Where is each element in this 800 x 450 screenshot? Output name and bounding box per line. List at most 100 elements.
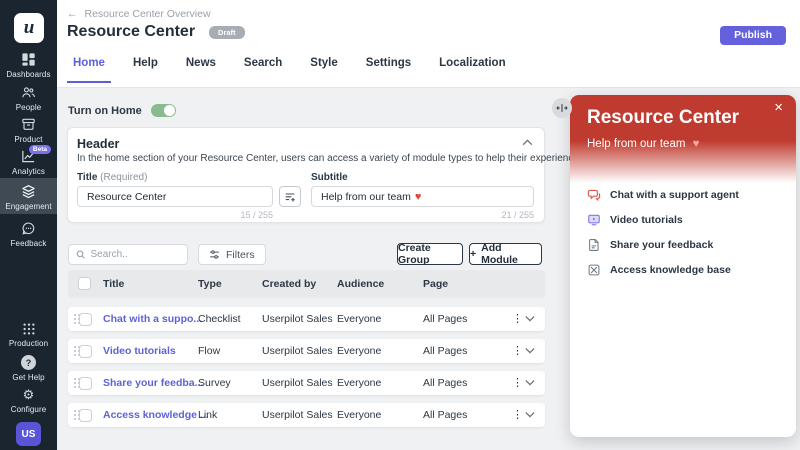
select-all-checkbox[interactable]: [78, 277, 91, 290]
title-input[interactable]: Resource Center: [77, 186, 273, 207]
row-menu-kebab-icon[interactable]: ⋮: [512, 403, 523, 427]
row-menu-kebab-icon[interactable]: ⋮: [512, 371, 523, 395]
resource-center-preview: × Resource Center Help from our team ♥ C…: [570, 95, 796, 437]
text-lines-plus-icon: [284, 191, 296, 203]
sidebar-item-production[interactable]: Production: [0, 322, 57, 348]
row-menu-kebab-icon[interactable]: ⋮: [512, 307, 523, 331]
subtitle-input[interactable]: Help from our team ♥: [311, 186, 534, 207]
tab-home[interactable]: Home: [67, 57, 111, 83]
production-icon: [22, 322, 36, 336]
user-avatar[interactable]: US: [16, 422, 41, 446]
filters-label: Filters: [226, 249, 255, 261]
sidebar-item-dashboards[interactable]: Dashboards: [0, 52, 57, 79]
header-card: Header In the home section of your Resou…: [67, 127, 545, 223]
knowledge-base-icon: [587, 263, 601, 277]
tab-bar: Home Help News Search Style Settings Loc…: [67, 57, 512, 83]
row-created-by: Userpilot Sales: [262, 339, 333, 363]
sidebar-item-people[interactable]: People: [0, 85, 57, 112]
preview-item-knowledge[interactable]: Access knowledge base: [587, 257, 739, 282]
close-icon[interactable]: ×: [774, 99, 783, 116]
engagement-icon: [21, 184, 36, 199]
row-page: All Pages: [423, 403, 467, 427]
sidebar-item-label: Product: [14, 135, 42, 144]
row-page: All Pages: [423, 339, 467, 363]
preview-item-video[interactable]: Video tutorials: [587, 207, 739, 232]
tab-news[interactable]: News: [180, 57, 222, 83]
row-created-by: Userpilot Sales: [262, 403, 333, 427]
localization-insert-button[interactable]: [279, 186, 301, 207]
top-bar: ← Resource Center Overview Resource Cent…: [57, 0, 800, 88]
sidebar-item-label: Configure: [11, 405, 47, 414]
tab-localization[interactable]: Localization: [433, 57, 511, 83]
turn-on-home-toggle[interactable]: [151, 104, 176, 117]
chevron-down-icon[interactable]: [525, 315, 535, 322]
create-group-button[interactable]: Create Group: [397, 243, 463, 265]
row-title-link[interactable]: Share your feedba...: [103, 371, 203, 395]
table-row: Video tutorials Flow Userpilot Sales Eve…: [68, 339, 545, 363]
row-type: Survey: [198, 371, 231, 395]
row-checkbox[interactable]: [79, 313, 92, 326]
chevron-down-icon[interactable]: [525, 347, 535, 354]
turn-on-home-row: Turn on Home: [68, 104, 176, 117]
table-row: Access knowledge ... Link Userpilot Sale…: [68, 403, 545, 427]
sidebar-item-label: Analytics: [12, 167, 45, 176]
tab-settings[interactable]: Settings: [360, 57, 417, 83]
userpilot-logo[interactable]: u: [14, 13, 44, 43]
back-link[interactable]: ← Resource Center Overview: [67, 8, 211, 20]
tab-search[interactable]: Search: [238, 57, 288, 83]
preview-item-label: Video tutorials: [610, 214, 683, 226]
row-checkbox[interactable]: [79, 409, 92, 422]
publish-button[interactable]: Publish: [720, 26, 786, 45]
sidebar-item-analytics[interactable]: Beta Analytics: [0, 149, 57, 176]
title-label-text: Title: [77, 172, 97, 183]
get-help-icon: ?: [21, 355, 36, 370]
chevron-down-icon[interactable]: [525, 379, 535, 386]
product-icon: [21, 117, 36, 132]
preview-subtitle-text: Help from our team: [587, 138, 685, 150]
preview-item-label: Chat with a support agent: [610, 189, 739, 201]
sidebar-item-label: Production: [9, 339, 48, 348]
row-checkbox[interactable]: [79, 377, 92, 390]
tab-style[interactable]: Style: [304, 57, 344, 83]
column-type: Type: [198, 270, 222, 298]
sidebar-item-configure[interactable]: ⚙ Configure: [0, 387, 57, 414]
sidebar-item-label: Get Help: [12, 373, 44, 382]
chevron-down-icon[interactable]: [525, 411, 535, 418]
create-group-label: Create Group: [398, 242, 462, 266]
required-suffix: (Required): [100, 172, 147, 183]
dashboards-icon: [21, 52, 36, 67]
heart-icon: ♥: [415, 191, 422, 203]
preview-item-chat[interactable]: Chat with a support agent: [587, 182, 739, 207]
preview-item-label: Share your feedback: [610, 239, 713, 251]
filters-button[interactable]: Filters: [198, 244, 266, 265]
title-row: Resource Center Draft: [67, 23, 245, 41]
row-title-link[interactable]: Video tutorials: [103, 339, 176, 363]
add-module-label: Add Module: [481, 242, 541, 266]
row-title-link[interactable]: Chat with a suppo...: [103, 307, 202, 331]
add-module-button[interactable]: + Add Module: [469, 243, 542, 265]
row-checkbox[interactable]: [79, 345, 92, 358]
video-tutorials-icon: [587, 213, 601, 227]
column-title: Title: [103, 270, 124, 298]
sidebar-item-get-help[interactable]: ? Get Help: [0, 355, 57, 382]
row-audience: Everyone: [337, 339, 381, 363]
search-input[interactable]: [90, 249, 180, 260]
title-input-value: Resource Center: [87, 191, 166, 203]
panel-resize-handle[interactable]: [552, 98, 572, 118]
preview-title: Resource Center: [587, 107, 739, 129]
sidebar-item-product[interactable]: Product: [0, 117, 57, 144]
filters-icon: [209, 249, 220, 260]
sidebar-item-engagement[interactable]: Engagement: [0, 178, 57, 214]
row-page: All Pages: [423, 371, 467, 395]
status-badge: Draft: [209, 26, 245, 39]
table-row: Share your feedba... Survey Userpilot Sa…: [68, 371, 545, 395]
chevron-up-icon[interactable]: [522, 139, 533, 146]
row-menu-kebab-icon[interactable]: ⋮: [512, 339, 523, 363]
preview-item-feedback[interactable]: Share your feedback: [587, 232, 739, 257]
sidebar-item-feedback[interactable]: Feedback: [0, 221, 57, 248]
sidebar-item-label: Engagement: [5, 202, 51, 211]
toggle-knob: [164, 105, 175, 116]
tab-help[interactable]: Help: [127, 57, 164, 83]
row-title-link[interactable]: Access knowledge ...: [103, 403, 209, 427]
preview-header: × Resource Center Help from our team ♥: [570, 95, 796, 183]
